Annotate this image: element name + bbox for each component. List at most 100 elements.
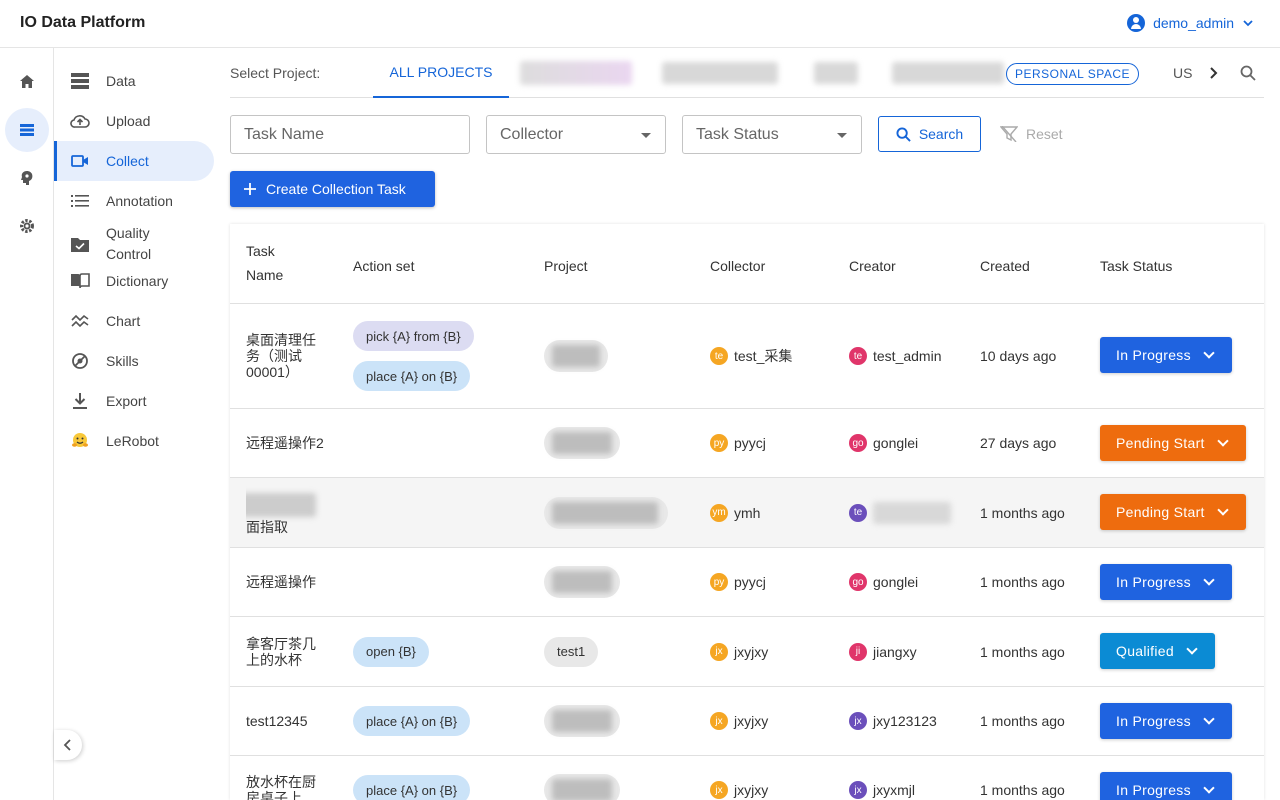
tab-project-redacted[interactable] (662, 48, 778, 98)
chevron-right-icon[interactable] (1208, 67, 1218, 79)
task-status-placeholder: Task Status (696, 125, 779, 143)
table-row[interactable]: 放水杯在厨房桌子上 place {A} on {B} jx jxyjxy jx jx… (230, 756, 1264, 800)
project-cell (544, 756, 620, 800)
task-name-cell: 桌面清理任务（测试00001） (246, 332, 316, 380)
collector-select[interactable]: Collector (486, 115, 666, 154)
collector-cell: jx jxyjxy (710, 756, 768, 800)
chevron-down-icon (1203, 347, 1215, 359)
column-header-creator: Creator (849, 258, 896, 274)
creator-cell: jx jxy123123 (849, 687, 937, 755)
collector-name: test_采集 (734, 348, 793, 364)
action-chip: pick {A} from {B} (353, 321, 474, 351)
action-chip: place {A} on {B} (353, 775, 471, 800)
action-set-cell: pick {A} from {B} place {A} on {B} (353, 304, 474, 408)
create-label: Create Collection Task (266, 181, 406, 197)
sidebar-item-label: Annotation (106, 192, 173, 209)
action-chip: open {B} (353, 636, 429, 667)
table-row[interactable]: 桌面清理任务（测试00001） pick {A} from {B} place … (230, 304, 1264, 409)
column-header-project: Project (544, 258, 588, 274)
video-camera-icon (70, 151, 90, 171)
chevron-down-icon (1203, 574, 1215, 586)
table-row[interactable]: 面指取 ym ymh te 1 months ago Pending Start (230, 478, 1264, 548)
task-name-input[interactable]: Task Name (230, 115, 470, 154)
avatar: te (849, 347, 867, 365)
status-label: Pending Start (1116, 435, 1205, 451)
table-row[interactable]: 远程遥操作2 py pyycj go gonglei 27 days ago Pen… (230, 409, 1264, 478)
search-icon[interactable] (1240, 65, 1256, 81)
sidebar-item-skills[interactable]: Skills (54, 341, 214, 381)
search-label: Search (918, 126, 964, 142)
chevron-left-icon (63, 739, 71, 751)
creator-name: jxyxmjl (873, 782, 915, 798)
tab-project-redacted[interactable] (520, 48, 632, 98)
chevron-down-icon (1217, 504, 1229, 516)
home-icon (20, 75, 34, 88)
table-row[interactable]: 拿客厅茶几上的水杯 open {B} test1 jx jxyjxy ji jian… (230, 617, 1264, 687)
tab-project-truncated[interactable]: US (1173, 48, 1192, 98)
sidebar-item-label: Upload (106, 112, 151, 129)
project-chip (544, 774, 620, 800)
user-menu[interactable]: demo_admin (1127, 14, 1254, 32)
task-name-cell: 拿客厅茶几上的水杯 (246, 635, 316, 668)
sidebar-item-upload[interactable]: Upload (54, 101, 214, 141)
status-dropdown[interactable]: Pending Start (1100, 425, 1246, 461)
sidebar-item-collect[interactable]: Collect (54, 141, 214, 181)
sidebar-item-data[interactable]: Data (54, 61, 214, 101)
tab-all-projects[interactable]: ALL PROJECTS (373, 48, 509, 98)
folder-check-icon (70, 234, 90, 254)
avatar: ym (710, 503, 728, 522)
sidebar-item-chart[interactable]: Chart (54, 301, 214, 341)
action-set-cell: open {B} (353, 617, 429, 686)
project-chip (544, 340, 608, 372)
storage-icon (20, 124, 34, 136)
redacted-project-name (892, 62, 1004, 84)
project-cell (544, 478, 668, 547)
sidebar-item-label: Data (106, 72, 136, 89)
rail-data-button[interactable] (5, 108, 49, 152)
account-circle-icon (1127, 14, 1146, 32)
rail-model-button[interactable] (5, 156, 49, 200)
rail-home-button[interactable] (5, 60, 49, 104)
creator-name: gonglei (873, 574, 919, 590)
redacted-project-name (552, 432, 612, 454)
rail-settings-button[interactable] (5, 204, 49, 248)
table-row[interactable]: 远程遥操作 py pyycj go gonglei 1 months ago In … (230, 548, 1264, 617)
reset-button[interactable]: Reset (1000, 116, 1072, 152)
collector-cell: ym ymh (710, 478, 760, 547)
status-dropdown[interactable]: Qualified (1100, 633, 1215, 669)
sidebar-item-export[interactable]: Export (54, 381, 214, 421)
creator-cell: te test_admin (849, 304, 941, 408)
table-row[interactable]: test12345 place {A} on {B} jx jxyjxy jx jx… (230, 687, 1264, 756)
avatar: go (849, 434, 867, 452)
tab-project-redacted[interactable] (892, 48, 1004, 98)
avatar: py (710, 434, 728, 452)
status-dropdown[interactable]: In Progress (1100, 772, 1232, 800)
sidebar-item-annotation[interactable]: Annotation (54, 181, 214, 221)
sidebar-item-dictionary[interactable]: Dictionary (54, 261, 214, 301)
avatar: jx (710, 781, 728, 799)
status-dropdown[interactable]: In Progress (1100, 564, 1232, 600)
status-dropdown[interactable]: In Progress (1100, 703, 1232, 739)
created-cell: 10 days ago (980, 348, 1057, 364)
gear-icon (20, 219, 34, 233)
create-collection-task-button[interactable]: Create Collection Task (230, 171, 435, 207)
tab-project-redacted[interactable] (814, 48, 858, 98)
sidebar-item-label: Quality Control (106, 225, 152, 262)
task-name-cell: test12345 (246, 713, 308, 729)
book-icon (70, 271, 90, 291)
status-dropdown[interactable]: In Progress (1100, 337, 1232, 373)
search-button[interactable]: Search (878, 116, 981, 152)
brain-icon (21, 171, 33, 185)
chevron-down-icon (1203, 713, 1215, 725)
sidebar-item-lerobot[interactable]: LeRobot (54, 421, 214, 461)
avatar: py (710, 573, 728, 591)
database-icon (70, 71, 90, 91)
column-header-action-set: Action set (353, 258, 415, 274)
status-dropdown[interactable]: Pending Start (1100, 494, 1246, 530)
project-cell (544, 548, 620, 616)
task-status-select[interactable]: Task Status (682, 115, 862, 154)
collector-cell: te test_采集 (710, 304, 792, 408)
avatar: jx (849, 712, 867, 730)
personal-space-badge[interactable]: PERSONAL SPACE (1006, 63, 1140, 85)
collector-name: jxyjxy (734, 643, 769, 660)
